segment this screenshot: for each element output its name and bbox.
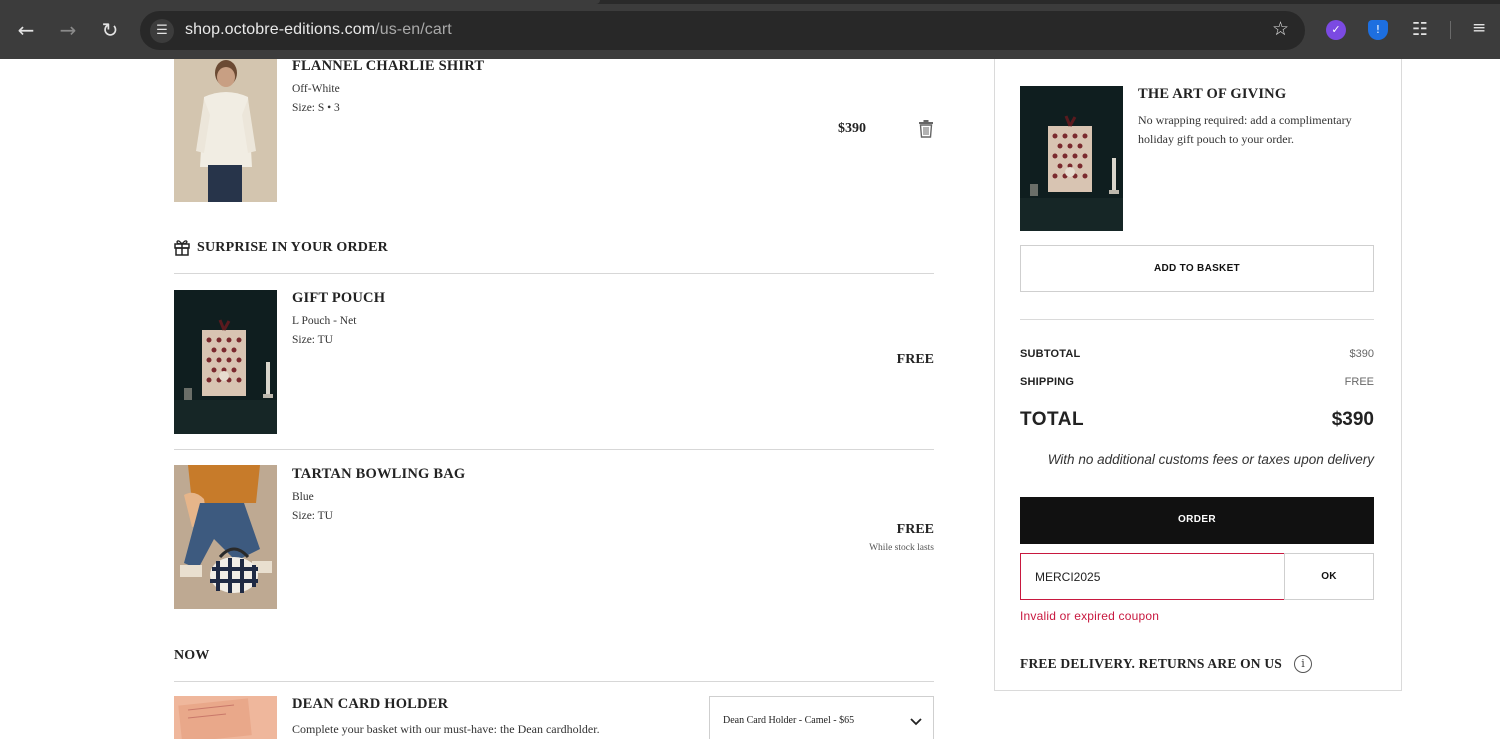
gift-pouch-title[interactable]: GIFT POUCH xyxy=(292,290,385,307)
add-to-basket-button[interactable]: ADD TO BASKET xyxy=(1020,245,1374,292)
site-settings-icon[interactable]: ☰ xyxy=(150,19,174,43)
flannel-shirt-image[interactable] xyxy=(174,59,277,202)
card-holder-select-value: Dean Card Holder - Camel - $65 xyxy=(723,715,855,726)
url-host: shop.octobre-editions.com xyxy=(185,21,376,38)
coupon-error-message: Invalid or expired coupon xyxy=(1020,609,1160,623)
card-holder-description: Complete your basket with our must-have:… xyxy=(292,722,600,736)
extensions-puzzle-icon[interactable]: ☷ xyxy=(1410,20,1430,40)
divider xyxy=(174,449,934,450)
toolbar-divider xyxy=(1450,21,1451,39)
art-of-giving-description: No wrapping required: add a complimentar… xyxy=(1138,113,1352,146)
art-of-giving-title: THE ART OF GIVING xyxy=(1138,86,1287,102)
gift-icon xyxy=(174,239,190,256)
flannel-shirt-size: Size: S • 3 xyxy=(292,102,340,114)
browser-toolbar: ← → ↻ ☰ shop.octobre-editions.com/us-en/… xyxy=(0,0,1500,59)
extension-purple-icon[interactable]: ✓ xyxy=(1326,20,1346,40)
address-bar[interactable]: ☰ shop.octobre-editions.com/us-en/cart ☆ xyxy=(140,11,1305,50)
subtotal-label: SUBTOTAL xyxy=(1020,348,1081,360)
subtotal-value: $390 xyxy=(1349,348,1374,360)
total-value: $390 xyxy=(1331,409,1374,430)
tab-strip xyxy=(0,0,1500,4)
surprise-heading: SURPRISE IN YOUR ORDER xyxy=(197,240,388,255)
flannel-shirt-color: Off-White xyxy=(292,83,340,95)
coupon-ok-button[interactable]: OK xyxy=(1284,553,1374,600)
coupon-input[interactable] xyxy=(1020,553,1285,600)
chevron-down-icon xyxy=(910,714,922,726)
gift-pouch-size: Size: TU xyxy=(292,334,333,346)
extension-shield-icon[interactable]: ! xyxy=(1368,20,1388,40)
flannel-shirt-title[interactable]: FLANNEL CHARLIE SHIRT xyxy=(292,58,484,75)
url-path: /us-en/cart xyxy=(375,21,452,38)
divider xyxy=(174,681,934,682)
bowling-bag-size: Size: TU xyxy=(292,510,333,522)
trash-icon[interactable] xyxy=(919,120,933,138)
bowling-bag-title[interactable]: TARTAN BOWLING BAG xyxy=(292,466,465,483)
back-arrow-icon[interactable]: ← xyxy=(14,16,38,44)
card-holder-select[interactable]: Dean Card Holder - Camel - $65 xyxy=(709,696,934,739)
now-heading: NOW xyxy=(174,648,210,663)
divider xyxy=(174,273,934,274)
gift-pouch-color: L Pouch - Net xyxy=(292,315,357,327)
shipping-value: FREE xyxy=(1344,376,1374,388)
card-holder-image[interactable] xyxy=(174,696,277,739)
flannel-shirt-price: $390 xyxy=(838,121,866,136)
forward-arrow-icon[interactable]: → xyxy=(56,16,80,44)
bowling-bag-price: FREE xyxy=(896,522,934,537)
url-text[interactable]: shop.octobre-editions.com/us-en/cart xyxy=(185,21,452,39)
card-holder-title[interactable]: DEAN CARD HOLDER xyxy=(292,696,448,713)
reload-icon[interactable]: ↻ xyxy=(98,16,122,44)
order-button[interactable]: ORDER xyxy=(1020,497,1374,544)
bookmark-star-icon[interactable]: ☆ xyxy=(1272,18,1289,40)
gift-pouch-price: FREE xyxy=(896,352,934,367)
info-icon[interactable]: i xyxy=(1294,655,1312,673)
reading-list-icon[interactable]: ≡ xyxy=(1472,18,1486,38)
bowling-bag-color: Blue xyxy=(292,491,314,503)
stock-note: While stock lasts xyxy=(869,543,934,553)
customs-note: With no additional customs fees or taxes… xyxy=(1047,452,1374,467)
shipping-label: SHIPPING xyxy=(1020,376,1075,388)
bowling-bag-image[interactable] xyxy=(174,465,277,609)
total-label: TOTAL xyxy=(1020,409,1085,430)
free-delivery-note: FREE DELIVERY. RETURNS ARE ON US xyxy=(1020,656,1282,671)
divider xyxy=(1020,319,1374,320)
art-of-giving-image xyxy=(1020,86,1123,231)
gift-pouch-image[interactable] xyxy=(174,290,277,434)
